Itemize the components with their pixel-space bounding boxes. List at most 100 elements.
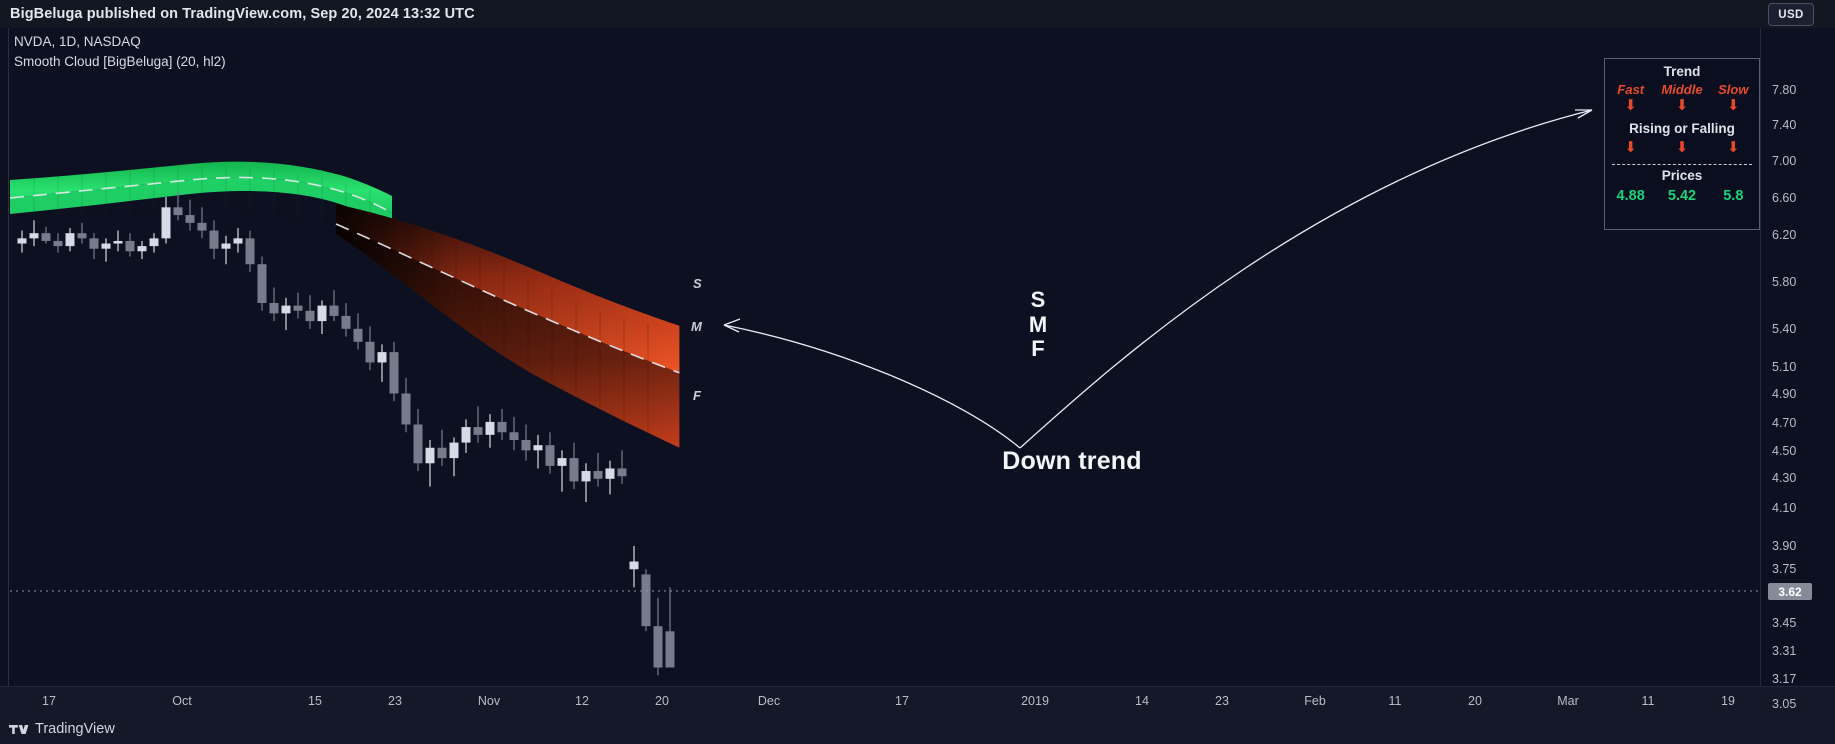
price-tick: 3.45 (1772, 616, 1797, 630)
trend-info-panel[interactable]: Trend Fast ⬇ Middle ⬇ Slow ⬇ Rising or F… (1604, 58, 1760, 230)
candle-body (545, 445, 555, 466)
time-tick: Oct (172, 694, 192, 708)
price-value-middle: 5.42 (1667, 187, 1697, 204)
time-tick: 15 (308, 694, 322, 708)
candle-body (53, 240, 63, 247)
panel-prices-title: Prices (1661, 167, 1703, 183)
candle-body (617, 468, 627, 477)
tradingview-mark-icon (9, 724, 29, 734)
candle-body (161, 207, 171, 239)
price-tick: 4.70 (1772, 416, 1797, 430)
candle-body (377, 352, 387, 363)
panel-header-slow: Slow (1718, 82, 1749, 97)
chart-pane[interactable]: NVDA, 1D, NASDAQ Smooth Cloud [BigBeluga… (0, 28, 1835, 714)
candle-body (473, 427, 483, 435)
candle-body (305, 310, 315, 322)
cloud-label-middle: M (691, 319, 702, 334)
candle-body (257, 264, 267, 303)
annotation-smf-s: S (1030, 287, 1046, 312)
time-tick: 17 (42, 694, 56, 708)
candle-body (629, 561, 639, 570)
bear-cloud (335, 204, 681, 448)
candle-body (641, 574, 651, 627)
candle-body (137, 246, 147, 252)
candle-body (569, 458, 579, 482)
price-tick: 7.80 (1772, 83, 1797, 97)
panel-col-middle: Middle ⬇ (1656, 82, 1707, 114)
candle-body (437, 447, 447, 459)
candle-body (185, 215, 195, 223)
price-value-slow: 5.8 (1723, 187, 1744, 204)
candle-body (197, 222, 207, 231)
candle-body (269, 302, 279, 314)
price-tick: 4.50 (1772, 444, 1797, 458)
last-price-badge: 3.62 (1768, 583, 1812, 600)
panel-prices-row: 4.88 5.42 5.8 (1605, 186, 1759, 204)
time-tick: Dec (757, 694, 781, 708)
candle-body (221, 243, 231, 249)
time-tick: Mar (1557, 694, 1579, 708)
candle-body (365, 341, 375, 363)
price-tick: 6.20 (1772, 228, 1797, 242)
time-axis[interactable]: 17 Oct 15 23 Nov 12 20 Dec 17 2019 14 23 Feb 11 20 Mar 1… (0, 686, 1835, 714)
cloud-label-fast: F (693, 388, 701, 403)
price-value-fast: 4.88 (1616, 187, 1645, 204)
price-tick: 4.10 (1772, 501, 1797, 515)
time-tick: Feb (1304, 694, 1326, 708)
publisher-bar: BigBeluga published on TradingView.com, … (0, 0, 1835, 28)
trend-arrow-down-middle-icon: ⬇ (1675, 97, 1689, 114)
trend-arrow-down-slow-icon: ⬇ (1727, 97, 1740, 114)
candle-body (209, 230, 219, 249)
candle-body (29, 233, 39, 239)
candle-body (653, 626, 663, 668)
candle-body (293, 305, 303, 311)
candle-body (101, 243, 111, 249)
price-tick: 3.17 (1772, 672, 1797, 686)
panel-header-middle: Middle (1661, 82, 1703, 97)
price-tick: 7.40 (1772, 118, 1797, 132)
time-tick: 14 (1135, 694, 1149, 708)
publisher-text: BigBeluga published on TradingView.com, … (10, 6, 475, 22)
candle-body (497, 421, 507, 433)
time-tick: 17 (895, 694, 909, 708)
price-tick: 3.05 (1772, 697, 1797, 711)
panel-rising-falling-arrows: ⬇ ⬇ ⬇ (1605, 139, 1759, 156)
candle-body (665, 631, 675, 668)
candle-body (65, 233, 75, 247)
candle-body (329, 305, 339, 316)
candle-body (149, 238, 159, 247)
time-tick: 23 (1215, 694, 1229, 708)
price-tick: 4.90 (1772, 387, 1797, 401)
price-tick: 6.60 (1772, 191, 1797, 205)
time-tick: 2019 (1021, 694, 1049, 708)
time-tick: Nov (477, 694, 501, 708)
candle-body (521, 440, 531, 451)
candle-body (41, 233, 51, 241)
annotation-arrows (723, 109, 1593, 449)
candle-body (413, 424, 423, 464)
panel-divider (1612, 163, 1752, 165)
candle-body (233, 238, 243, 244)
candle-body (89, 238, 99, 249)
candle-body (533, 445, 543, 451)
candle-body (125, 240, 135, 252)
candle-body (581, 471, 591, 482)
candle-body (317, 305, 327, 322)
panel-header-fast: Fast (1617, 82, 1645, 97)
candle-body (401, 393, 411, 425)
candle-body (509, 432, 519, 441)
tradingview-logo[interactable]: TradingView (9, 721, 115, 737)
annotation-smf-m: M (1028, 311, 1048, 337)
rf-arrow-down-slow-icon: ⬇ (1727, 138, 1740, 156)
cloud-label-slow: S (693, 276, 702, 291)
currency-badge[interactable]: USD (1768, 3, 1814, 26)
annotation-down-trend: Down trend (1002, 447, 1142, 475)
chart-canvas (9, 109, 1760, 676)
candle-body (605, 468, 615, 479)
time-tick: 23 (388, 694, 402, 708)
trend-arrow-down-fast-icon: ⬇ (1624, 97, 1637, 114)
price-tick: 4.30 (1772, 471, 1797, 485)
candle-body (593, 471, 603, 479)
candle-body (17, 238, 27, 244)
time-tick: 11 (1641, 694, 1655, 708)
